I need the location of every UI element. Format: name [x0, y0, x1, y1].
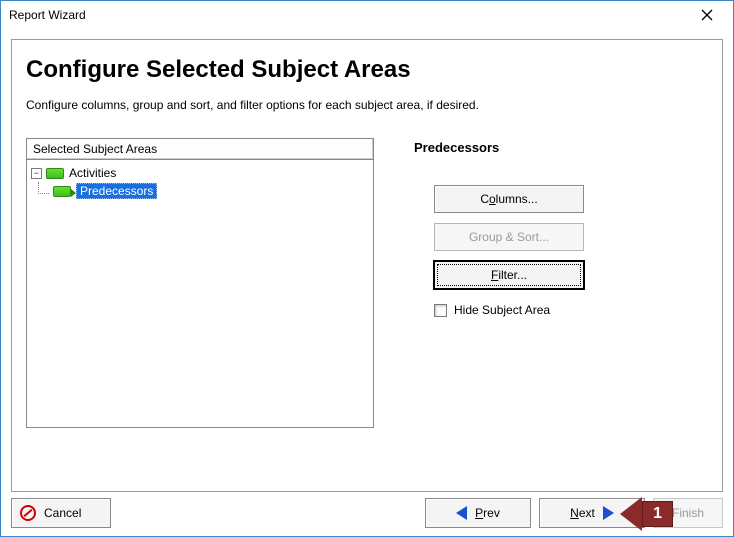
columns-button[interactable]: Columns... — [434, 185, 584, 213]
triangle-right-icon — [603, 506, 614, 520]
collapse-icon[interactable]: − — [31, 168, 42, 179]
tree-node-predecessors[interactable]: Predecessors — [31, 182, 369, 200]
folder-arrow-icon — [53, 186, 71, 197]
prev-label: Prev — [475, 506, 500, 520]
page-subtitle: Configure columns, group and sort, and f… — [26, 98, 708, 112]
footer: Cancel Prev Next Finish — [1, 492, 733, 536]
page-heading: Configure Selected Subject Areas — [26, 56, 708, 84]
next-button[interactable]: Next — [539, 498, 645, 528]
triangle-left-icon — [456, 506, 467, 520]
tree-branch-icon — [31, 182, 53, 200]
tree-node-activities[interactable]: − Activities — [31, 164, 369, 182]
finish-label: Finish — [672, 506, 704, 520]
hide-subject-area-label: Hide Subject Area — [454, 303, 550, 317]
close-button[interactable] — [687, 3, 727, 27]
next-label: Next — [570, 506, 595, 520]
content: Configure Selected Subject Areas Configu… — [1, 29, 733, 492]
filter-button[interactable]: Filter... — [434, 261, 584, 289]
subject-areas-tree[interactable]: − Activities Predecessors — [26, 160, 374, 428]
cancel-icon — [20, 505, 36, 521]
subject-areas-col: Selected Subject Areas − Activities Pred… — [26, 138, 374, 428]
titlebar: Report Wizard — [1, 1, 733, 29]
hide-subject-area-row[interactable]: Hide Subject Area — [434, 303, 708, 317]
cancel-label: Cancel — [44, 506, 81, 520]
main-panel: Configure Selected Subject Areas Configu… — [11, 39, 723, 492]
hide-subject-area-checkbox[interactable] — [434, 304, 447, 317]
close-icon — [701, 9, 713, 21]
finish-button: Finish — [653, 498, 723, 528]
group-sort-button: Group & Sort... — [434, 223, 584, 251]
subject-areas-header[interactable]: Selected Subject Areas — [26, 138, 374, 160]
options-col: Predecessors Columns... Group & Sort... … — [414, 138, 708, 428]
tree-node-label: Activities — [69, 166, 116, 180]
cancel-button[interactable]: Cancel — [11, 498, 111, 528]
folder-icon — [46, 168, 64, 179]
columns: Selected Subject Areas − Activities Pred… — [26, 138, 708, 428]
window-title: Report Wizard — [9, 8, 86, 22]
tree-node-label-selected: Predecessors — [76, 183, 157, 199]
options-heading: Predecessors — [414, 140, 708, 155]
prev-button[interactable]: Prev — [425, 498, 531, 528]
window-root: Report Wizard Configure Selected Subject… — [0, 0, 734, 537]
